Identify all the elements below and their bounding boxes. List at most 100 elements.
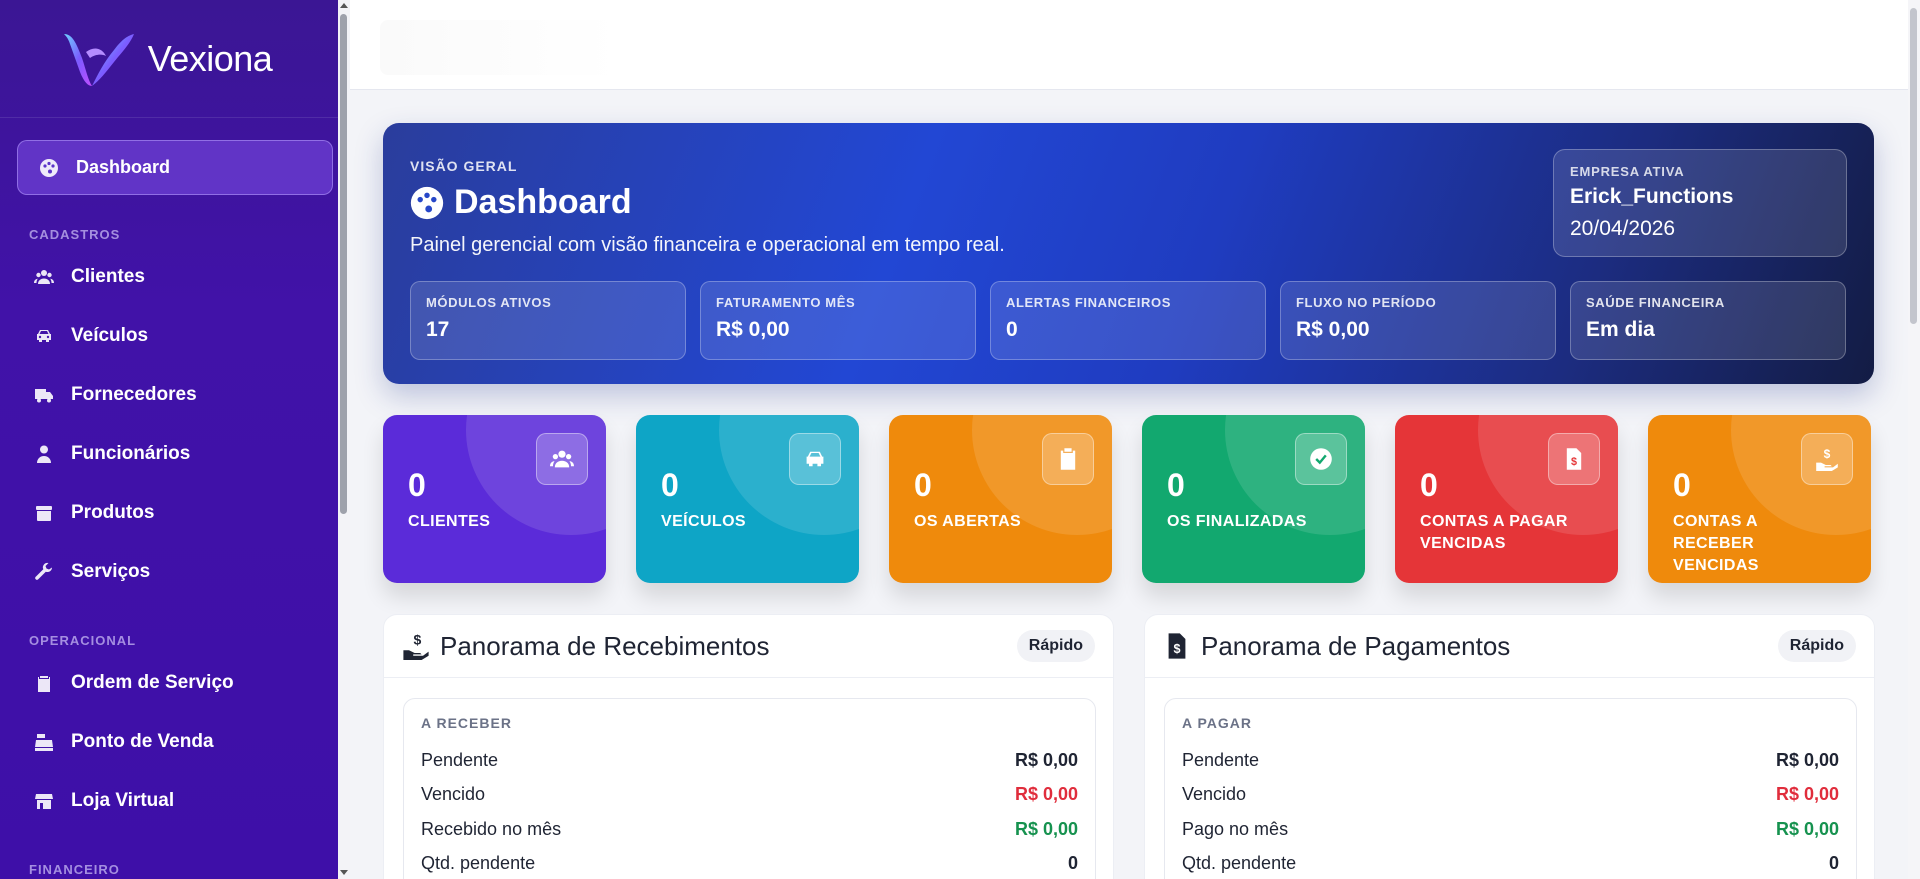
row-label: Pendente [421,749,499,770]
list-item: Qtd. pendente 0 [421,847,1078,879]
scroll-down-icon[interactable] [340,870,348,875]
stat-card-os-finalizadas[interactable]: 0 OS FINALIZADAS [1142,415,1365,583]
panel-recebimentos: $ Panorama de Recebimentos Rápido A RECE… [383,614,1114,879]
sidebar-item-ordem-servico[interactable]: Ordem de Serviço [17,653,333,712]
users-icon [536,433,588,485]
sidebar-item-veiculos[interactable]: Veículos [17,306,333,365]
row-label: Qtd. pendente [1182,853,1297,874]
kpi-value: Em dia [1586,318,1655,341]
svg-text:$: $ [414,632,422,648]
user-tie-icon [33,443,55,465]
rapido-badge[interactable]: Rápido [1777,630,1856,662]
page-scrollbar[interactable] [1908,0,1920,879]
row-value: R$ 0,00 [1775,818,1839,839]
stat-value: 0 [1167,467,1185,503]
kpi-saude-financeira: SAÚDE FINANCEIRA Em dia [1570,281,1846,360]
sidebar-item-dashboard[interactable]: Dashboard [17,140,333,195]
stat-card-clientes[interactable]: 0 CLIENTES [383,415,606,583]
scrollbar-thumb[interactable] [340,14,347,514]
invoice-dollar-icon: $ [1548,433,1600,485]
kpi-faturamento-mes: FATURAMENTO MÊS R$ 0,00 [700,281,976,360]
stat-value: 0 [661,467,679,503]
row-value: R$ 0,00 [1014,784,1078,805]
car-icon [789,433,841,485]
stat-label: CLIENTES [408,513,491,530]
sidebar-item-fornecedores[interactable]: Fornecedores [17,365,333,424]
sidebar-item-servicos[interactable]: Serviços [17,542,333,601]
stat-card-os-abertas[interactable]: 0 OS ABERTAS [889,415,1112,583]
topbar [350,0,1908,90]
stat-label: CONTAS A PAGAR VENCIDAS [1420,513,1568,552]
sidebar-section-title: OPERACIONAL [29,633,137,648]
topbar-placeholder [380,20,620,75]
rapido-badge[interactable]: Rápido [1016,630,1095,662]
stat-value: 0 [408,467,426,503]
company-name: Erick_Functions [1570,185,1734,208]
users-icon [33,266,55,288]
row-label: Qtd. pendente [421,853,536,874]
clipboard-icon [1042,433,1094,485]
dashboard-hero: VISÃO GERAL Dashboard Painel gerencial c… [383,123,1874,384]
row-label: Vencido [1182,784,1247,805]
page-title-text: Dashboard [454,183,632,221]
hero-subtitle: Painel gerencial com visão financeira e … [410,234,1005,256]
list-item: Vencido R$ 0,00 [1182,778,1839,813]
box-label: A RECEBER [421,715,512,731]
kpi-fluxo-periodo: FLUXO NO PERÍODO R$ 0,00 [1280,281,1556,360]
panel-title: Panorama de Recebimentos [440,630,770,661]
stat-cards: 0 CLIENTES 0 VEÍCULOS 0 OS ABERTAS 0 OS … [383,415,1871,583]
car-icon [33,325,55,347]
stat-value: 0 [1420,467,1438,503]
wrench-icon [33,561,55,583]
stat-label: CONTAS A RECEBER VENCIDAS [1673,513,1759,574]
sidebar-item-funcionarios[interactable]: Funcionários [17,424,333,483]
brand-logo-icon [63,33,134,86]
truck-icon [33,384,55,406]
row-value: R$ 0,00 [1775,749,1839,770]
sidebar-item-label: Veículos [71,324,149,346]
sidebar-item-label: Fornecedores [71,383,197,405]
list-item: Recebido no mês R$ 0,00 [421,812,1078,847]
sidebar-item-produtos[interactable]: Produtos [17,483,333,542]
sidebar-item-loja-virtual[interactable]: Loja Virtual [17,771,333,830]
row-value: R$ 0,00 [1775,784,1839,805]
svg-text:$: $ [1824,447,1831,461]
row-label: Pago no mês [1182,818,1289,839]
kpi-value: R$ 0,00 [716,318,790,341]
row-value: 0 [1828,853,1839,874]
stat-card-veiculos[interactable]: 0 VEÍCULOS [636,415,859,583]
box-icon [33,502,55,524]
row-label: Vencido [421,784,486,805]
company-label: EMPRESA ATIVA [1570,164,1685,179]
list-item: Pendente R$ 0,00 [1182,743,1839,778]
kpi-label: ALERTAS FINANCEIROS [1006,295,1171,310]
sidebar-section-title: FINANCEIRO [29,862,120,877]
app-root: Vexiona Dashboard CADASTROS Clientes Veí… [0,0,1920,879]
stat-card-contas-pagar-vencidas[interactable]: $ 0 CONTAS A PAGAR VENCIDAS [1395,415,1618,583]
list-item: Qtd. pendente 0 [1182,847,1839,879]
sidebar-item-ponto-venda[interactable]: Ponto de Venda [17,712,333,771]
page-title: Dashboard [410,183,632,222]
kpi-alertas-financeiros: ALERTAS FINANCEIROS 0 [990,281,1266,360]
stat-card-contas-receber-vencidas[interactable]: $ 0 CONTAS A RECEBER VENCIDAS [1648,415,1871,583]
hand-dollar-icon: $ [403,632,429,660]
panel-header: $ Panorama de Recebimentos Rápido [384,615,1113,678]
row-value: 0 [1067,853,1078,874]
stat-value: 0 [914,467,932,503]
sidebar-nav: Dashboard CADASTROS Clientes Veículos Fo… [0,118,350,879]
company-card: EMPRESA ATIVA Erick_Functions 20/04/2026 [1553,149,1847,257]
sidebar-item-label: Ponto de Venda [71,730,214,752]
kpi-value: 0 [1006,318,1018,341]
scroll-up-icon[interactable] [340,3,348,8]
list-item: Vencido R$ 0,00 [421,778,1078,813]
panel-header: $ Panorama de Pagamentos Rápido [1145,615,1874,678]
palette-icon [410,186,444,219]
cash-register-icon [33,731,55,753]
sidebar-item-clientes[interactable]: Clientes [17,247,333,306]
sidebar-scrollbar[interactable] [338,0,350,879]
scrollbar-thumb[interactable] [1910,8,1917,324]
kpi-label: FATURAMENTO MÊS [716,295,856,310]
row-label: Recebido no mês [421,818,562,839]
sidebar-item-label: Serviços [71,560,151,582]
logo[interactable]: Vexiona [0,0,350,118]
